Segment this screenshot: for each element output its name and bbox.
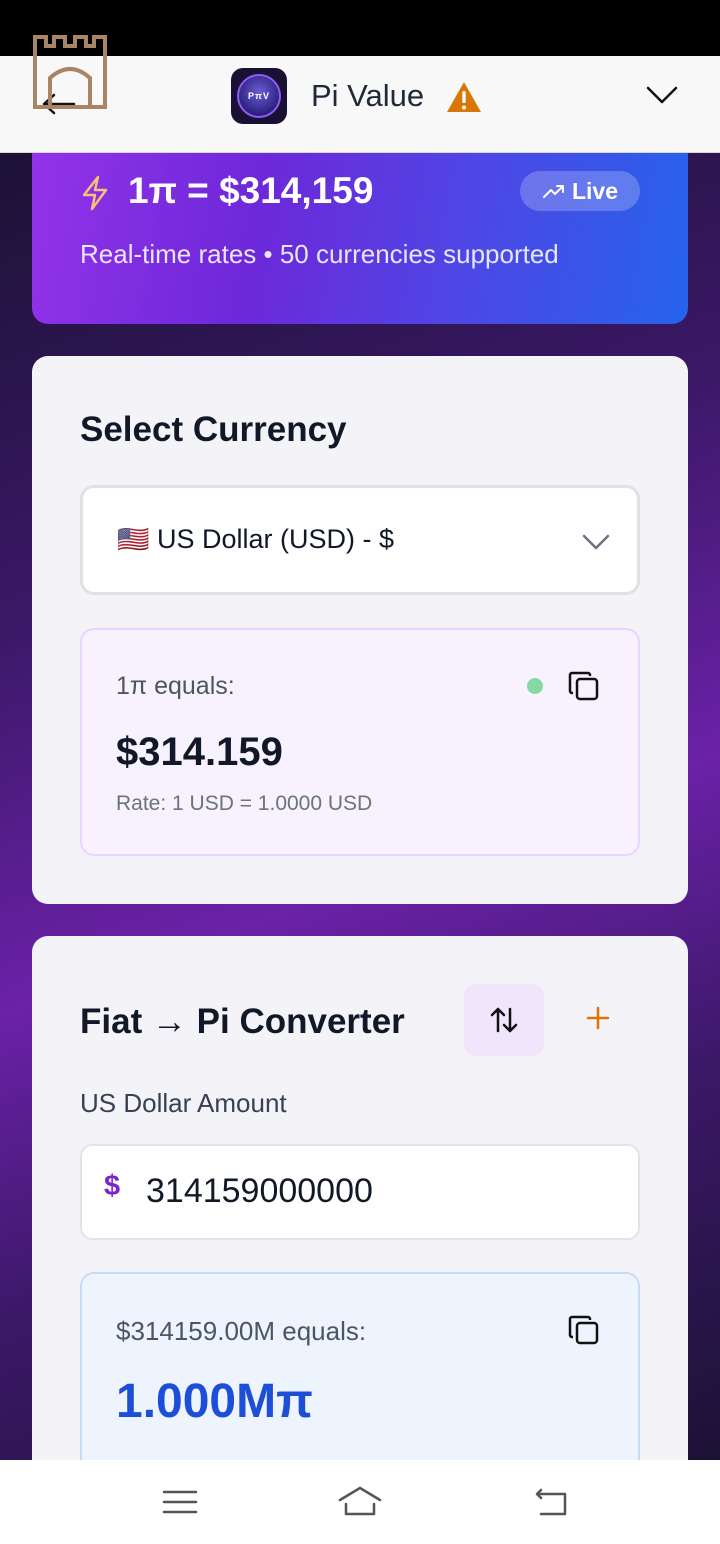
pi-value-result: 1π equals: $314.159 Rate: 1 USD = 1.0000… [80, 628, 640, 856]
main-content[interactable]: 1π = $314,159 Live Real-time rates • 50 … [0, 153, 720, 1460]
app-title: Pi Value [311, 78, 425, 113]
result-label: 1π equals: [116, 672, 235, 700]
amount-input[interactable] [146, 1172, 616, 1211]
currency-card: Select Currency 🇺🇸 US Dollar (USD) - $ 1… [32, 356, 688, 904]
hero-rate: 1π = $314,159 [128, 170, 374, 211]
flag-icon: 🇺🇸 [117, 524, 150, 554]
chevron-down-icon [646, 86, 678, 104]
result-value: $314.159 [116, 730, 283, 774]
currency-card-title: Select Currency [80, 410, 347, 449]
currency-select-value: US Dollar (USD) - $ [157, 524, 395, 554]
app-logo: PπV [231, 68, 287, 124]
rate-hero: 1π = $314,159 Live Real-time rates • 50 … [32, 153, 688, 324]
trending-up-icon [542, 185, 564, 198]
currency-symbol: $ [104, 1170, 121, 1202]
copy-icon[interactable] [567, 669, 601, 703]
plus-icon[interactable] [584, 1004, 612, 1032]
chevron-down-icon [582, 534, 610, 550]
back-icon[interactable] [527, 1482, 571, 1522]
hero-subtitle: Real-time rates • 50 currencies supporte… [80, 239, 559, 269]
conversion-label: $314159.00M equals: [116, 1316, 367, 1346]
warning-icon[interactable] [446, 80, 482, 114]
currency-select[interactable]: 🇺🇸 US Dollar (USD) - $ [80, 485, 640, 595]
menu-icon[interactable] [158, 1482, 202, 1522]
converter-card-title: Fiat → Pi Converter [80, 1002, 405, 1041]
status-bar [0, 0, 720, 56]
live-label: Live [571, 177, 619, 204]
swap-arrows-icon [490, 1007, 518, 1033]
logo-text: PπV [237, 74, 281, 118]
conversion-result: $314159.00M equals: 1.000Mπ [80, 1272, 640, 1460]
swap-direction-button[interactable] [464, 984, 544, 1056]
live-badge: Live [520, 171, 640, 211]
live-status-dot [527, 678, 543, 694]
conversion-value: 1.000Mπ [116, 1375, 313, 1428]
amount-label: US Dollar Amount [80, 1088, 287, 1118]
castle-icon [33, 35, 107, 109]
home-icon[interactable] [338, 1482, 382, 1522]
copy-icon[interactable] [567, 1313, 601, 1347]
exchange-rate: Rate: 1 USD = 1.0000 USD [116, 792, 373, 815]
converter-card: Fiat → Pi Converter US Dollar Amount $ $… [32, 936, 688, 1460]
header-menu-button[interactable] [644, 82, 680, 108]
lightning-icon [82, 175, 108, 211]
amount-field[interactable]: $ [80, 1144, 640, 1240]
app-header: PπV Pi Value [0, 35, 720, 153]
system-nav-bar [0, 1460, 720, 1544]
